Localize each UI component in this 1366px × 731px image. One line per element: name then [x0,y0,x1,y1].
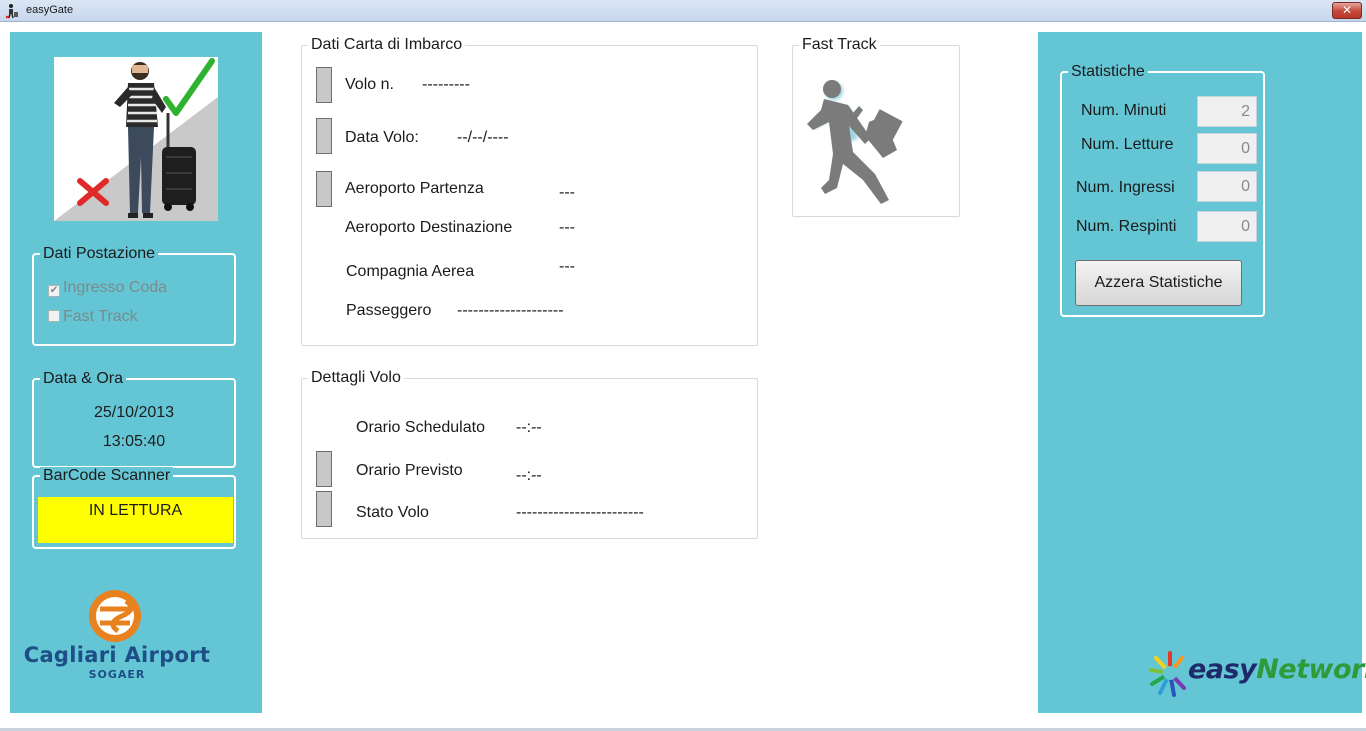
title-bar: easyGate ✕ [0,0,1366,22]
ingresso-coda-label: Ingresso Coda [63,279,168,296]
passeggero-label: Passeggero [346,302,432,319]
aeroporto-partenza-label: Aeroporto Partenza [345,180,484,197]
passenger-image [54,58,218,221]
fast-track-legend: Fast Track [799,36,880,54]
data-volo-label: Data Volo: [345,129,419,146]
orario-previsto-value: --:-- [516,467,542,484]
easynetwork-logo: easyNetwork [1148,648,1366,698]
data-ora-group: Data & Ora 25/10/2013 13:05:40 [32,370,236,468]
running-businessman-icon [807,80,903,204]
num-respinti-value: 0 [1197,211,1257,242]
dati-carta-imbarco-group: Dati Carta di Imbarco Volo n. --------- … [301,36,758,346]
sogaer-emblem-icon [89,590,141,642]
orario-schedulato-label: Orario Schedulato [356,419,485,436]
checkbox-checked-icon: ✔ [48,285,60,297]
easynetwork-wordmark: easyNetwork [1188,654,1366,685]
num-minuti-label: Num. Minuti [1081,102,1167,119]
passenger-illustration [54,57,218,221]
sogaer-label: SOGAER [88,668,146,681]
stato-volo-label: Stato Volo [356,504,429,521]
current-date: 25/10/2013 [93,404,175,421]
window-title: easyGate [26,4,74,16]
ingresso-coda-checkbox[interactable]: ✔ Ingresso Coda [48,278,167,298]
compagnia-aerea-label: Compagnia Aerea [346,263,475,280]
num-ingressi-label: Num. Ingressi [1076,179,1175,196]
statistiche-group: Statistiche Num. Minuti 2 Num. Letture 0… [1060,63,1265,317]
statistiche-legend: Statistiche [1068,63,1148,81]
stato-volo-indicator [316,491,332,527]
scanner-status: IN LETTURA [38,497,233,543]
cagliari-airport-logo: Cagliari Airport SOGAER [14,587,220,687]
current-time: 13:05:40 [102,433,166,450]
passeggero-value: -------------------- [457,302,564,319]
aeroporto-destinazione-value: --- [559,219,575,236]
easynetwork-burst-icon [1149,651,1186,697]
barcode-scanner-group: BarCode Scanner IN LETTURA [32,467,236,549]
num-minuti-value: 2 [1197,96,1257,127]
right-panel: Statistiche Num. Minuti 2 Num. Letture 0… [1038,32,1366,713]
fast-track-label: Fast Track [63,308,138,325]
fast-track-checkbox[interactable]: Fast Track [48,307,138,327]
barcode-scanner-legend: BarCode Scanner [40,467,174,485]
dati-postazione-legend: Dati Postazione [40,245,159,263]
dati-carta-imbarco-legend: Dati Carta di Imbarco [308,36,466,54]
num-letture-value: 0 [1197,133,1257,164]
num-ingressi-value: 0 [1197,171,1257,202]
dettagli-volo-legend: Dettagli Volo [308,369,404,387]
orario-previsto-indicator [316,451,332,487]
network-word: Network [1256,654,1366,685]
data-volo-value: --/--/---- [457,129,509,146]
volo-indicator [316,67,332,103]
checkbox-unchecked-icon [48,310,60,322]
volo-value: --------- [422,76,470,93]
dettagli-volo-group: Dettagli Volo Orario Schedulato --:-- Or… [301,369,758,539]
num-letture-label: Num. Letture [1081,136,1174,153]
cagliari-airport-name: Cagliari Airport [23,643,211,667]
left-panel: Dati Postazione ✔ Ingresso Coda Fast Trac… [10,32,262,713]
aeroporto-indicator [316,171,332,207]
aeroporto-destinazione-label: Aeroporto Destinazione [345,219,513,236]
close-button[interactable]: ✕ [1332,2,1362,19]
stato-volo-value: ------------------------ [516,504,644,521]
dati-postazione-group: Dati Postazione ✔ Ingresso Coda Fast Trac… [32,245,236,346]
app-icon [5,4,18,19]
azzera-statistiche-button[interactable]: Azzera Statistiche [1075,260,1242,306]
volo-label: Volo n. [345,76,394,93]
orario-schedulato-value: --:-- [516,419,542,436]
orario-previsto-label: Orario Previsto [356,462,463,479]
data-ora-legend: Data & Ora [40,370,127,388]
num-respinti-label: Num. Respinti [1076,218,1177,235]
compagnia-aerea-value: --- [559,258,575,275]
aeroporto-partenza-value: --- [559,184,575,201]
fast-track-group: Fast Track [792,36,960,217]
easy-word: easy [1188,654,1257,685]
data-volo-indicator [316,118,332,154]
